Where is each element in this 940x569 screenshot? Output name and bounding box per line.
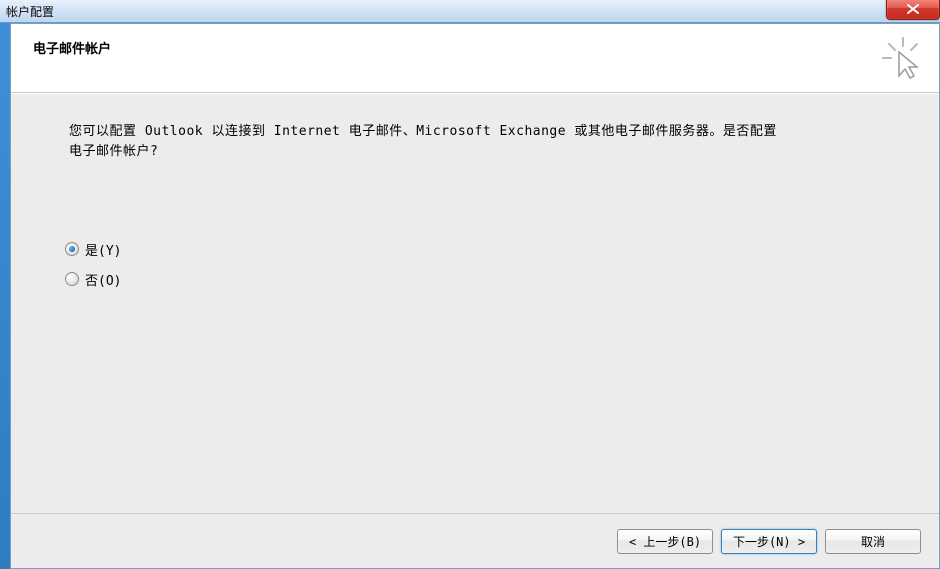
wizard-content: 您可以配置 Outlook 以连接到 Internet 电子邮件、Microso… bbox=[11, 93, 939, 513]
titlebar: 帐户配置 bbox=[0, 0, 940, 23]
client-area: 电子邮件帐户 您可以配置 Outlook 以连接到 Internet 电子邮件、… bbox=[10, 23, 940, 569]
option-no-label: 否(O) bbox=[85, 270, 121, 289]
close-button[interactable] bbox=[886, 0, 940, 20]
page-title: 电子邮件帐户 bbox=[33, 38, 111, 57]
option-yes[interactable]: 是(Y) bbox=[65, 239, 881, 259]
back-button[interactable]: < 上一步(B) bbox=[617, 529, 713, 554]
radio-icon bbox=[65, 272, 79, 286]
cancel-button-label: 取消 bbox=[861, 533, 885, 550]
next-button-label: 下一步(N) > bbox=[733, 533, 805, 550]
close-icon bbox=[907, 4, 919, 14]
wizard-header: 电子邮件帐户 bbox=[11, 24, 939, 93]
options-group: 是(Y) 否(O) bbox=[65, 239, 881, 289]
next-button[interactable]: 下一步(N) > bbox=[721, 529, 817, 554]
description-text: 您可以配置 Outlook 以连接到 Internet 电子邮件、Microso… bbox=[69, 122, 789, 161]
dialog-window: 帐户配置 电子邮件帐户 bbox=[0, 0, 940, 569]
option-yes-label: 是(Y) bbox=[85, 240, 121, 259]
cancel-button[interactable]: 取消 bbox=[825, 529, 921, 554]
window-title: 帐户配置 bbox=[6, 3, 54, 20]
radio-icon bbox=[65, 242, 79, 256]
option-no[interactable]: 否(O) bbox=[65, 269, 881, 289]
back-button-label: < 上一步(B) bbox=[629, 533, 701, 550]
cursor-icon bbox=[881, 36, 925, 80]
window-left-border bbox=[0, 23, 10, 569]
wizard-footer: < 上一步(B) 下一步(N) > 取消 bbox=[11, 513, 939, 568]
